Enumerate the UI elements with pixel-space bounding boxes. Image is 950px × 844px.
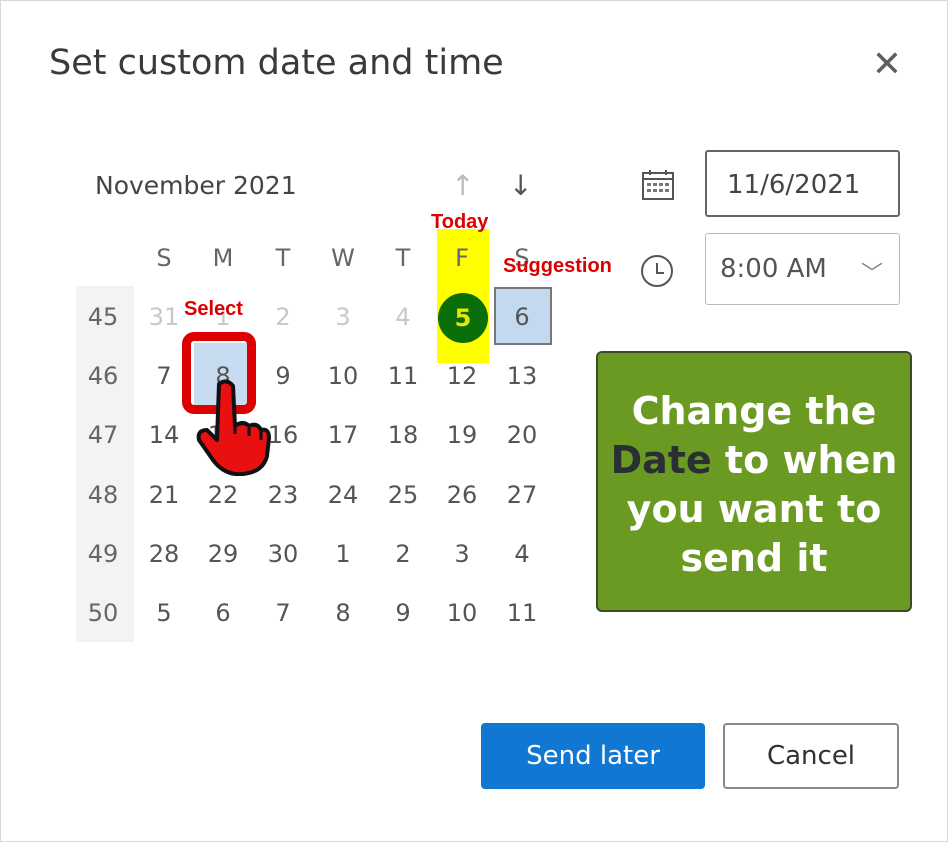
month-label: November 2021 xyxy=(95,171,297,200)
calendar-day[interactable]: 4 xyxy=(374,288,432,346)
today-marker[interactable]: 5 xyxy=(438,293,488,343)
close-icon[interactable]: ✕ xyxy=(867,45,907,85)
calendar-day[interactable]: 27 xyxy=(493,466,551,524)
week-number: 50 xyxy=(87,599,119,627)
calendar-day[interactable]: 5 xyxy=(135,584,193,642)
calendar-icon xyxy=(642,170,674,200)
day-header: T xyxy=(275,244,291,272)
callout-text: to when xyxy=(711,438,898,482)
day-header: T xyxy=(395,244,411,272)
calendar-day[interactable]: 3 xyxy=(314,288,372,346)
calendar-day[interactable]: 17 xyxy=(314,406,372,464)
calendar-day[interactable]: 6 xyxy=(194,584,252,642)
time-dropdown[interactable]: 8:00 AM ﹀ xyxy=(705,233,900,305)
callout-line: Change the xyxy=(631,389,877,433)
calendar-day[interactable]: 24 xyxy=(314,466,372,524)
today-annotation: Today xyxy=(431,211,489,233)
suggestion-annotation: Suggestion xyxy=(503,255,612,277)
day-header: S xyxy=(156,244,172,272)
calendar-day[interactable]: 2 xyxy=(254,288,312,346)
calendar-day[interactable]: 25 xyxy=(374,466,432,524)
next-month-arrow-icon[interactable]: ↓ xyxy=(509,169,532,202)
chevron-down-icon: ﹀ xyxy=(860,262,883,287)
calendar-day[interactable]: 14 xyxy=(135,406,193,464)
pointing-hand-icon xyxy=(196,379,271,476)
dialog-title: Set custom date and time xyxy=(49,43,504,83)
week-number: 48 xyxy=(87,481,119,509)
calendar-day[interactable]: 2 xyxy=(374,525,432,583)
callout-line: you want to xyxy=(626,487,882,531)
calendar-day[interactable]: 21 xyxy=(135,466,193,524)
previous-month-arrow-icon[interactable]: ↑ xyxy=(451,169,474,202)
clock-icon xyxy=(641,255,673,287)
calendar-day[interactable]: 20 xyxy=(493,406,551,464)
calendar-day[interactable]: 9 xyxy=(374,584,432,642)
send-later-dialog: Set custom date and time ✕ November 2021… xyxy=(0,0,948,842)
calendar-day[interactable]: 19 xyxy=(433,406,491,464)
calendar-day[interactable]: 30 xyxy=(254,525,312,583)
week-number: 49 xyxy=(87,540,119,568)
week-number: 47 xyxy=(87,421,119,449)
calendar-day[interactable]: 6 xyxy=(493,288,551,346)
calendar-day[interactable]: 3 xyxy=(433,525,491,583)
calendar-day[interactable]: 4 xyxy=(493,525,551,583)
select-annotation: Select xyxy=(184,298,243,320)
week-number: 46 xyxy=(87,362,119,390)
calendar-day[interactable]: 8 xyxy=(314,584,372,642)
send-later-button[interactable]: Send later xyxy=(481,723,705,789)
calendar-day[interactable]: 13 xyxy=(493,347,551,405)
week-number: 45 xyxy=(87,303,119,331)
day-header: F xyxy=(455,244,469,272)
calendar-day[interactable]: 10 xyxy=(433,584,491,642)
instruction-callout: Change the Date to when you want to send… xyxy=(596,351,912,612)
date-input[interactable]: 11/6/2021 xyxy=(705,150,900,217)
callout-line: Date to when xyxy=(598,436,910,485)
calendar-day[interactable]: 7 xyxy=(254,584,312,642)
calendar-day[interactable]: 10 xyxy=(314,347,372,405)
day-header: M xyxy=(212,244,234,272)
day-header: W xyxy=(331,244,355,272)
calendar-day[interactable]: 26 xyxy=(433,466,491,524)
calendar-day[interactable]: 11 xyxy=(493,584,551,642)
time-value: 8:00 AM xyxy=(720,254,827,284)
calendar-day[interactable]: 29 xyxy=(194,525,252,583)
calendar-day[interactable]: 11 xyxy=(374,347,432,405)
cancel-button[interactable]: Cancel xyxy=(723,723,899,789)
calendar-day[interactable]: 1 xyxy=(314,525,372,583)
callout-line: send it xyxy=(680,536,828,580)
calendar-day[interactable]: 18 xyxy=(374,406,432,464)
calendar-day[interactable]: 12 xyxy=(433,347,491,405)
calendar-day[interactable]: 28 xyxy=(135,525,193,583)
callout-highlight: Date xyxy=(610,438,712,482)
